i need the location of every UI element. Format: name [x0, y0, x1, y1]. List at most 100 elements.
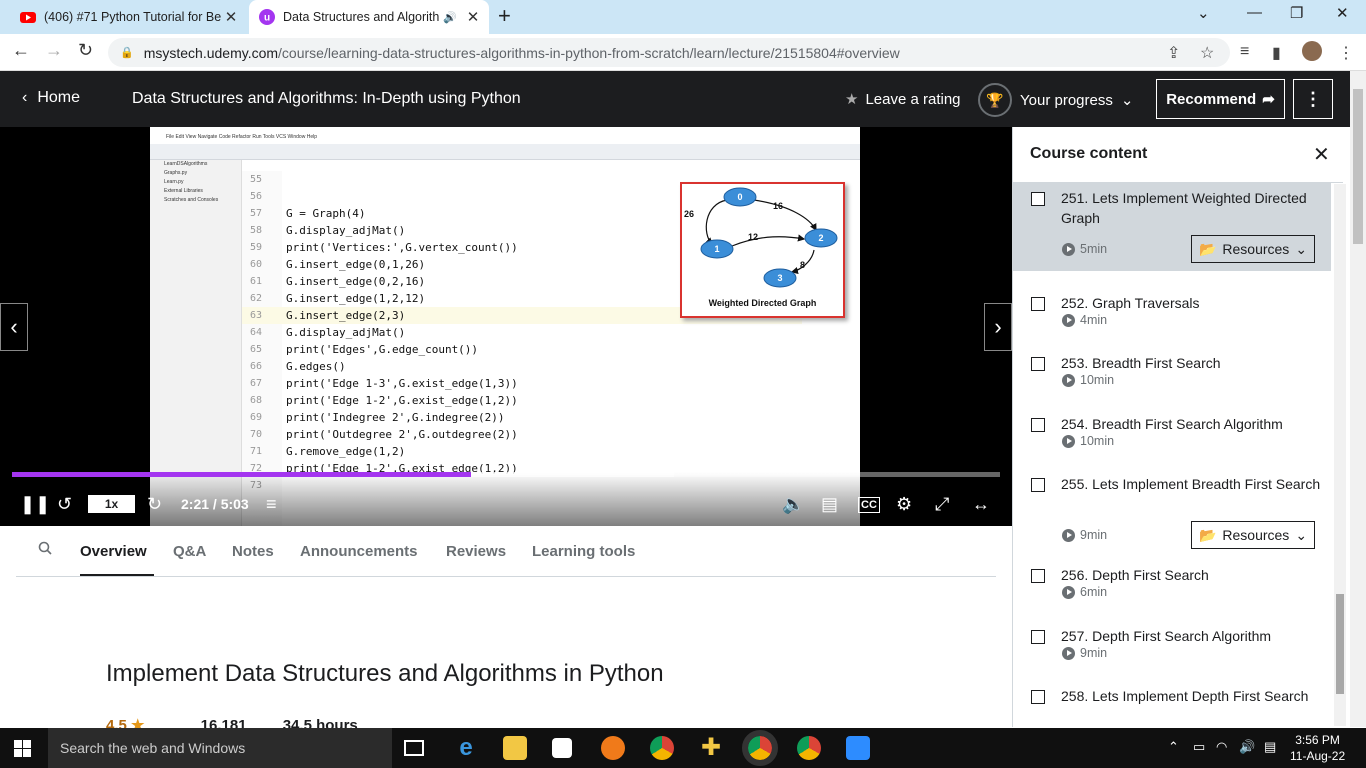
lesson-checkbox[interactable]	[1031, 690, 1045, 704]
app-plus-icon[interactable]: ✚	[699, 736, 723, 760]
side-panel-icon[interactable]: ▮	[1272, 43, 1281, 63]
add-note-icon[interactable]: ≡	[266, 494, 277, 515]
reading-list-icon[interactable]: ≡	[1240, 43, 1249, 61]
battery-icon[interactable]: ▭	[1193, 739, 1205, 755]
tab-announcements[interactable]: Announcements	[300, 543, 418, 560]
file-explorer-icon[interactable]	[503, 736, 527, 760]
lesson-item[interactable]: 254. Breadth First Search Algorithm 10min	[1013, 409, 1331, 469]
lesson-checkbox[interactable]	[1031, 478, 1045, 492]
taskbar-search[interactable]: Search the web and Windows	[48, 728, 392, 768]
video-player[interactable]: File Edit View Navigate Code Refactor Ru…	[0, 127, 1012, 526]
rating-label: Leave a rating	[865, 90, 961, 108]
lesson-item[interactable]: 251. Lets Implement Weighted Directed Gr…	[1013, 183, 1331, 271]
close-tab-icon[interactable]: ✕	[463, 8, 483, 26]
new-tab-button[interactable]: +	[498, 5, 511, 27]
lesson-item[interactable]: 252. Graph Traversals 4min	[1013, 288, 1331, 348]
tab-title: (406) #71 Python Tutorial for Beg	[44, 10, 221, 24]
rewind-icon[interactable]: ↺	[57, 494, 72, 515]
pause-icon[interactable]: ❚❚	[20, 494, 50, 515]
resources-button[interactable]: 📂 Resources ⌄	[1191, 235, 1315, 263]
browser-toolbar: ← → ↻ 🔒 msystech.udemy.com/course/learni…	[0, 34, 1366, 71]
edge-weight: 12	[748, 232, 758, 242]
store-icon[interactable]	[552, 738, 572, 758]
share-icon[interactable]: ⇪	[1167, 43, 1180, 63]
fullscreen-icon[interactable]: ⤢	[935, 494, 949, 515]
edge-0-2	[753, 199, 817, 232]
sidebar-scrollbar[interactable]	[1334, 184, 1346, 726]
lesson-duration: 5min	[1062, 242, 1107, 256]
windows-start-icon[interactable]	[14, 740, 31, 757]
address-bar[interactable]: 🔒 msystech.udemy.com/course/learning-dat…	[108, 38, 1230, 67]
forward-icon[interactable]: ↻	[147, 494, 162, 515]
tray-chevron-up-icon[interactable]: ⌃	[1168, 739, 1179, 755]
lesson-duration: 9min	[1062, 646, 1107, 660]
lesson-item[interactable]: 257. Depth First Search Algorithm 9min	[1013, 621, 1331, 681]
course-title: Data Structures and Algorithms: In-Depth…	[132, 90, 521, 107]
lesson-item[interactable]: 253. Breadth First Search 10min	[1013, 348, 1331, 408]
lesson-checkbox[interactable]	[1031, 630, 1045, 644]
volume-tray-icon[interactable]: 🔊	[1239, 739, 1255, 755]
scrollbar-thumb[interactable]	[1353, 89, 1363, 244]
scrollbar-thumb[interactable]	[1336, 594, 1344, 694]
progress-dropdown[interactable]: 🏆 Your progress ⌄	[978, 83, 1133, 117]
speaker-icon[interactable]: 🔊	[443, 11, 457, 24]
next-lecture-button[interactable]: ›	[984, 303, 1012, 351]
lesson-title: 256. Depth First Search	[1061, 567, 1209, 583]
leave-rating-button[interactable]: ★ Leave a rating	[845, 90, 961, 109]
lesson-checkbox[interactable]	[1031, 569, 1045, 583]
close-sidebar-icon[interactable]: ✕	[1313, 142, 1330, 167]
tab-search-icon[interactable]: ⌄	[1197, 4, 1210, 22]
edge-icon[interactable]: e	[454, 736, 478, 760]
recommend-button[interactable]: Recommend ➦	[1156, 79, 1285, 119]
code-text: print('Edges',G.edge_count())	[286, 343, 479, 356]
task-view-icon[interactable]	[404, 740, 424, 756]
settings-gear-icon[interactable]: ⚙	[896, 494, 912, 515]
tab-notes[interactable]: Notes	[232, 543, 274, 560]
search-icon[interactable]	[38, 541, 52, 555]
tab-qa[interactable]: Q&A	[173, 543, 206, 560]
browser-tab-udemy[interactable]: u Data Structures and Algorith 🔊 ✕	[249, 0, 489, 34]
close-tab-icon[interactable]: ✕	[221, 8, 241, 26]
expand-width-icon[interactable]: ↔	[972, 494, 990, 515]
zoom-icon[interactable]	[846, 736, 870, 760]
lesson-item[interactable]: 255. Lets Implement Breadth First Search…	[1013, 469, 1331, 559]
minimize-button[interactable]: —	[1247, 4, 1262, 21]
playback-speed-button[interactable]: 1x	[88, 495, 135, 513]
page-scrollbar[interactable]	[1350, 71, 1366, 727]
tab-reviews[interactable]: Reviews	[446, 543, 506, 560]
tab-learning-tools[interactable]: Learning tools	[532, 543, 635, 560]
chrome-profile-icon[interactable]	[797, 736, 821, 760]
home-link[interactable]: ‹ Home	[22, 89, 80, 107]
firefox-icon[interactable]	[601, 736, 625, 760]
reload-icon[interactable]: ↻	[78, 40, 93, 61]
lesson-item[interactable]: 256. Depth First Search 6min	[1013, 560, 1331, 620]
lesson-checkbox[interactable]	[1031, 297, 1045, 311]
chrome-icon[interactable]	[650, 736, 674, 760]
transcript-icon[interactable]: ▤	[821, 494, 838, 515]
notifications-icon[interactable]: ▤	[1264, 739, 1276, 755]
taskbar-clock[interactable]: 3:56 PM 11-Aug-22	[1290, 732, 1345, 764]
resources-button[interactable]: 📂 Resources ⌄	[1191, 521, 1315, 549]
restore-button[interactable]: ❐	[1290, 4, 1303, 22]
lesson-checkbox[interactable]	[1031, 418, 1045, 432]
captions-icon[interactable]: CC	[858, 497, 880, 513]
chrome-active-icon[interactable]	[742, 730, 778, 766]
lesson-item[interactable]: 258. Lets Implement Depth First Search7m…	[1013, 681, 1331, 727]
browser-tab-youtube[interactable]: (406) #71 Python Tutorial for Beg ✕	[10, 0, 247, 34]
tab-overview[interactable]: Overview	[80, 543, 147, 560]
close-window-button[interactable]: ✕	[1336, 4, 1349, 22]
forward-icon[interactable]: →	[45, 40, 63, 61]
browser-menu-icon[interactable]: ⋮	[1338, 43, 1354, 63]
code-line: 69 print('Indegree 2',G.indegree(2))	[242, 409, 802, 426]
more-options-button[interactable]: ⋮	[1293, 79, 1333, 119]
lesson-checkbox[interactable]	[1031, 192, 1045, 206]
lesson-checkbox[interactable]	[1031, 357, 1045, 371]
previous-lecture-button[interactable]: ‹	[0, 303, 28, 351]
back-icon[interactable]: ←	[12, 40, 30, 61]
profile-avatar[interactable]	[1302, 41, 1322, 61]
video-progress-bar[interactable]	[12, 472, 1000, 477]
bookmark-star-icon[interactable]: ☆	[1200, 43, 1214, 63]
wifi-icon[interactable]: ◠	[1216, 739, 1227, 755]
code-text: print('Vertices:',G.vertex_count())	[286, 241, 518, 254]
volume-icon[interactable]: 🔈	[782, 494, 804, 515]
